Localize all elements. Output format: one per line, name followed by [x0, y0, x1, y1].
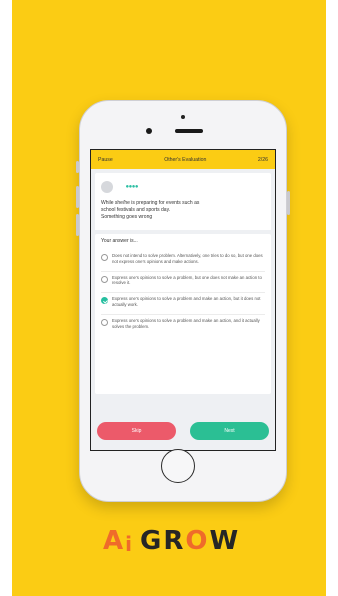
next-button[interactable]: Next — [190, 422, 269, 440]
avatar — [101, 180, 113, 193]
power-button — [287, 191, 290, 215]
radio-unchecked-icon[interactable] — [101, 254, 108, 261]
radio-unchecked-icon[interactable] — [101, 275, 108, 283]
volume-down-button — [76, 214, 79, 236]
proximity-sensor — [181, 115, 185, 119]
speaker-name: ●●●● — [125, 183, 138, 190]
answer-option-label: Express one's opinions to solve a proble… — [112, 317, 260, 329]
pause-button[interactable]: Pause — [98, 157, 113, 163]
answer-option-label: Express one's opinions to solve a proble… — [112, 296, 261, 307]
scenario-line: school festivals and sports day. — [101, 207, 171, 213]
answers-title: Your answer is... — [101, 238, 138, 244]
scroll-fade — [95, 222, 271, 230]
answer-option[interactable]: Does not intend to solve problem. Altern… — [101, 250, 265, 272]
answer-option[interactable]: Express one's opinions to solve a proble… — [101, 272, 265, 294]
scenario-card: ●●●● While she/he is preparing for event… — [95, 173, 271, 230]
scenario-line: Something goes wrong — [101, 214, 153, 220]
answer-option-selected[interactable]: Express one's opinions to solve a proble… — [101, 293, 265, 315]
logo-letter: W — [209, 526, 241, 556]
mute-switch — [76, 161, 79, 173]
logo-letter: O — [185, 526, 210, 556]
radio-checked-icon[interactable] — [101, 297, 108, 305]
answer-option[interactable]: Express one's opinions to solve a proble… — [101, 315, 265, 336]
radio-unchecked-icon[interactable] — [101, 318, 108, 326]
scenario-line: While she/he is preparing for events suc… — [101, 200, 200, 206]
page-title: Other's Evaluation — [164, 156, 207, 163]
earpiece-speaker — [175, 129, 203, 133]
answer-panel: Your answer is... Does not intend to sol… — [95, 234, 271, 394]
skip-button[interactable]: Skip — [97, 422, 176, 440]
action-footer: Skip Next — [91, 412, 275, 450]
brand-logo: A i GR O W — [103, 526, 240, 556]
volume-up-button — [76, 186, 79, 208]
logo-letter: GR — [139, 526, 186, 556]
scenario-text: While she/he is preparing for events suc… — [101, 200, 265, 221]
logo-letter: A — [103, 526, 126, 556]
speaker-row: ●●●● — [101, 178, 265, 196]
answer-option-label: Does not intend to solve problem. Altern… — [112, 253, 263, 264]
header-bar: Pause Other's Evaluation 2/26 — [91, 150, 275, 169]
app-screen: Pause Other's Evaluation 2/26 ●●●● While… — [90, 149, 276, 451]
front-camera-icon — [146, 128, 152, 134]
answer-option-label: Express one's opinions to solve a proble… — [112, 274, 262, 286]
home-button[interactable] — [161, 449, 195, 483]
progress-counter: 2/26 — [257, 156, 268, 163]
logo-letter: i — [125, 532, 134, 556]
phone-frame: Pause Other's Evaluation 2/26 ●●●● While… — [76, 100, 290, 502]
